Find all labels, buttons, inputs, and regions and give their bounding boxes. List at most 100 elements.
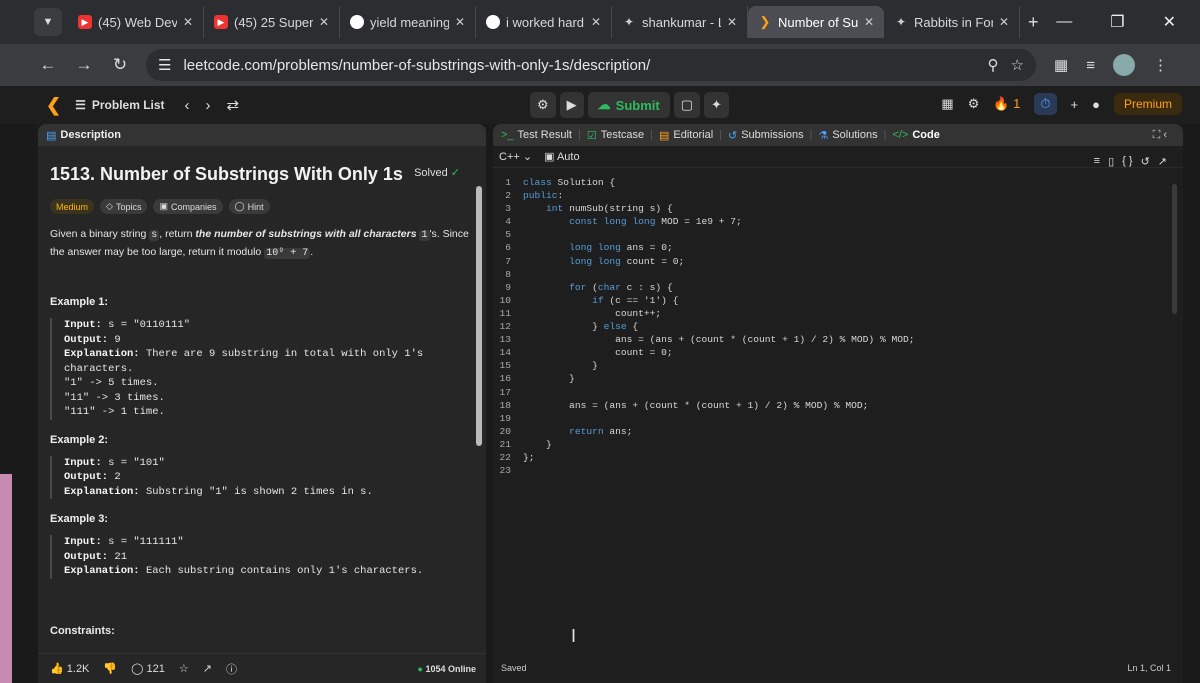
code-line[interactable]: 8	[493, 268, 1183, 281]
close-icon[interactable]: ✕	[727, 15, 737, 29]
dislike-icon[interactable]: 👎	[103, 662, 117, 675]
browser-tab[interactable]: ✦ shankumar - L ✕	[612, 6, 748, 38]
close-icon[interactable]: ✕	[999, 15, 1009, 29]
zoom-icon[interactable]: ⚲	[988, 56, 999, 74]
browser-tab[interactable]: i worked hard ✕	[476, 6, 612, 38]
timer-icon[interactable]: ⏱	[1034, 93, 1057, 115]
code-line[interactable]: 7 long long count = 0;	[493, 255, 1183, 268]
code-line[interactable]: 2 public:	[493, 189, 1183, 202]
prev-problem-icon[interactable]: ‹	[185, 97, 190, 114]
browser-tab[interactable]: ✦ Rabbits in For ✕	[884, 6, 1020, 38]
code-line[interactable]: 18 ans = (ans + (count * (count + 1) / 2…	[493, 399, 1183, 412]
topics-tag[interactable]: ◇ Topics	[100, 199, 148, 214]
format-icon[interactable]: ≡	[1094, 155, 1100, 168]
tab-label: Description	[60, 129, 121, 141]
ai-assist-button[interactable]: ✦	[704, 92, 729, 118]
minimize-icon[interactable]: —	[1056, 13, 1072, 31]
restore-icon[interactable]: ❐	[1110, 12, 1124, 32]
like-button[interactable]: 👍 1.2K	[50, 662, 89, 675]
code-line[interactable]: 1 class Solution {	[493, 176, 1183, 189]
fullscreen-icon[interactable]: ↗	[1158, 155, 1167, 168]
url-text[interactable]: leetcode.com/problems/number-of-substrin…	[183, 57, 975, 74]
language-select[interactable]: C++ ⌄	[499, 150, 532, 163]
code-line[interactable]: 10 if (c == '1') {	[493, 294, 1183, 307]
reload-icon[interactable]: ↻	[102, 55, 138, 75]
close-icon[interactable]: ✕	[591, 15, 601, 29]
reset-icon[interactable]: ↺	[1141, 155, 1150, 168]
next-problem-icon[interactable]: ›	[206, 97, 211, 114]
browser-tab[interactable]: ▶ (45) 25 Super ✕	[204, 6, 340, 38]
browser-tab[interactable]: ▶ (45) Web Dev ✕	[68, 6, 204, 38]
star-icon[interactable]: ☆	[179, 662, 189, 675]
code-line[interactable]: 21 }	[493, 438, 1183, 451]
submit-button[interactable]: ☁ Submit	[587, 92, 670, 118]
close-window-icon[interactable]: ✕	[1163, 12, 1176, 32]
forward-icon[interactable]: →	[66, 55, 102, 75]
bookmark-icon[interactable]: ▯	[1108, 155, 1114, 168]
description-tab[interactable]: ▤ Description	[46, 129, 121, 142]
run-button[interactable]: ▶	[559, 92, 584, 118]
code-line[interactable]: 14 count = 0;	[493, 346, 1183, 359]
streak-counter[interactable]: 🔥 1	[993, 96, 1020, 112]
close-icon[interactable]: ✕	[864, 15, 874, 29]
new-tab-icon[interactable]: +	[1028, 12, 1039, 33]
settings-gear-icon[interactable]: ⚙	[968, 96, 980, 112]
hint-tag[interactable]: ◯ Hint	[228, 199, 270, 214]
code-line[interactable]: 19	[493, 412, 1183, 425]
tab-test-result[interactable]: >_ Test Result	[501, 129, 572, 141]
tab-solutions[interactable]: ⚗ Solutions	[818, 129, 877, 142]
shuffle-icon[interactable]: ⇄	[227, 96, 240, 114]
profile-avatar[interactable]	[1112, 54, 1135, 76]
problem-list-link[interactable]: Problem List	[92, 98, 165, 112]
code-line[interactable]: 9 for (char c : s) {	[493, 281, 1183, 294]
problem-title: 1513. Number of Substrings With Only 1s	[50, 164, 403, 184]
site-info-icon[interactable]: ☰	[158, 56, 171, 74]
extensions-icon[interactable]: ▦	[1054, 56, 1068, 74]
code-line[interactable]: 12 } else {	[493, 320, 1183, 333]
code-editor[interactable]: 1 class Solution {2 public: 3 int numSub(st…	[493, 168, 1183, 477]
code-line[interactable]: 13 ans = (ans + (count * (count + 1) / 2…	[493, 333, 1183, 346]
share-icon[interactable]: ↗	[203, 662, 212, 675]
description-scrollbar[interactable]	[476, 186, 482, 446]
code-line[interactable]: 3 int numSub(string s) {	[493, 202, 1183, 215]
code-line[interactable]: 11 count++;	[493, 307, 1183, 320]
companies-tag[interactable]: ▣ Companies	[153, 199, 223, 214]
code-line[interactable]: 20 return ans;	[493, 425, 1183, 438]
help-icon[interactable]: ⓘ	[226, 661, 237, 677]
comments-button[interactable]: ◯ 121	[131, 662, 165, 675]
code-line[interactable]: 23	[493, 464, 1183, 477]
code-line[interactable]: 4 const long long MOD = 1e9 + 7;	[493, 215, 1183, 228]
expand-icon[interactable]: ⛶ ‹	[1153, 129, 1167, 142]
add-friend-icon[interactable]: +	[1071, 97, 1079, 112]
code-line[interactable]: 16 }	[493, 372, 1183, 385]
premium-button[interactable]: Premium	[1113, 93, 1182, 115]
leetcode-logo-icon[interactable]: ❮	[46, 95, 61, 116]
tab-editorial[interactable]: ▤ Editorial	[659, 129, 713, 142]
code-line[interactable]: 5	[493, 228, 1183, 241]
debug-button[interactable]: ⚙	[530, 92, 556, 118]
tab-testcase[interactable]: ☑ Testcase	[587, 129, 644, 142]
back-icon[interactable]: ←	[30, 55, 66, 75]
braces-icon[interactable]: { }	[1122, 155, 1132, 168]
code-line[interactable]: 17	[493, 386, 1183, 399]
notes-button[interactable]: ▢	[673, 92, 701, 118]
omnibox[interactable]: ☰ leetcode.com/problems/number-of-substr…	[146, 49, 1036, 81]
close-icon[interactable]: ✕	[455, 15, 465, 29]
tab-search-button[interactable]: ▼	[34, 8, 62, 36]
tab-submissions[interactable]: ↺ Submissions	[728, 129, 804, 142]
code-line[interactable]: 6 long long ans = 0;	[493, 241, 1183, 254]
close-icon[interactable]: ✕	[319, 15, 329, 29]
autocomplete-mode[interactable]: ▣ Auto	[544, 150, 580, 163]
user-avatar[interactable]: ●	[1092, 97, 1100, 112]
tab-code[interactable]: </> Code	[892, 129, 939, 141]
code-line[interactable]: 22};	[493, 451, 1183, 464]
editor-scrollbar[interactable]	[1172, 184, 1177, 314]
code-line[interactable]: 15 }	[493, 359, 1183, 372]
layout-icon[interactable]: ▦	[941, 96, 953, 112]
bookmark-star-icon[interactable]: ☆	[1011, 56, 1024, 74]
browser-tab-active[interactable]: ❯ Number of Su ✕	[748, 6, 884, 38]
browser-tab[interactable]: yield meaning ✕	[340, 6, 476, 38]
reading-list-icon[interactable]: ≡	[1086, 57, 1095, 74]
close-icon[interactable]: ✕	[183, 15, 193, 29]
menu-kebab-icon[interactable]: ⋮	[1153, 56, 1168, 74]
